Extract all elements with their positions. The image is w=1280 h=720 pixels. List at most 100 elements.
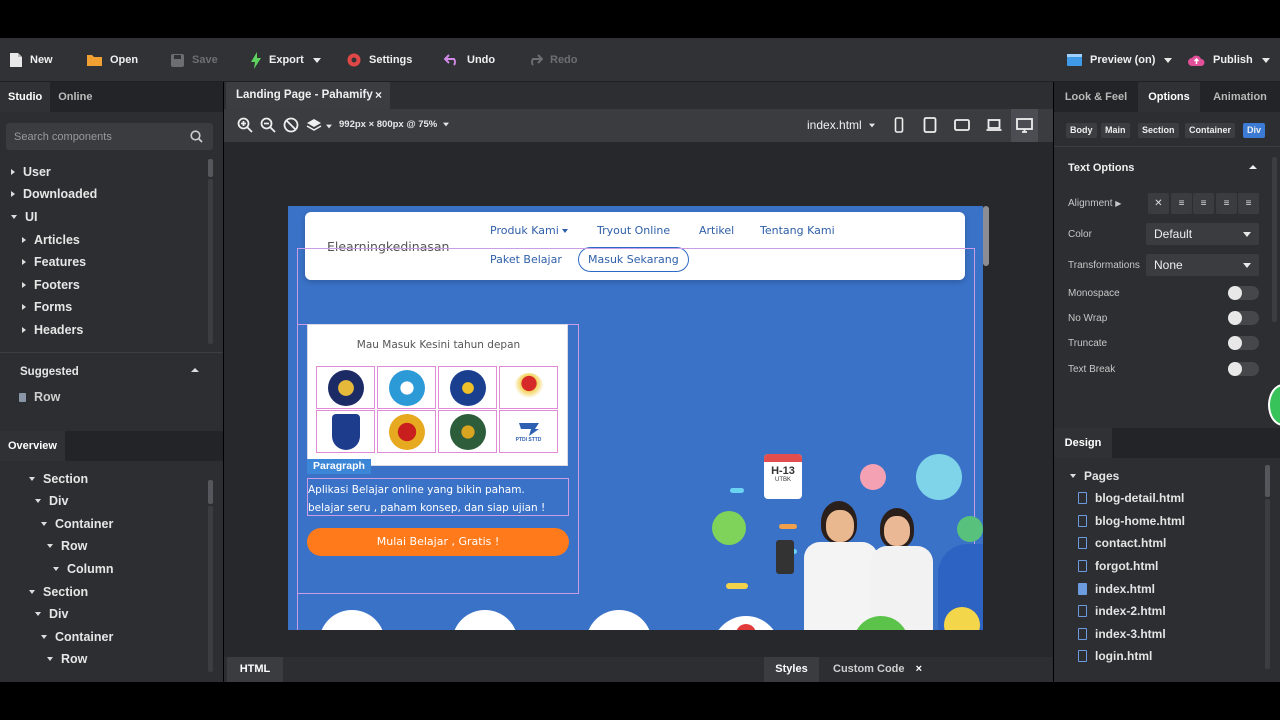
tab-online[interactable]: Online — [50, 82, 100, 112]
tab-animation[interactable]: Animation — [1204, 82, 1276, 112]
transformations-select[interactable]: None — [1146, 254, 1259, 276]
breadcrumb-section[interactable]: Section — [1138, 123, 1179, 138]
laptop-icon[interactable] — [986, 117, 1002, 133]
text-break-toggle[interactable] — [1228, 362, 1259, 376]
phone-icon[interactable] — [891, 117, 907, 133]
settings-button[interactable]: Settings — [346, 48, 412, 72]
undo-button[interactable]: Undo — [444, 48, 495, 72]
save-button[interactable]: Save — [170, 48, 218, 72]
zoom-out-icon[interactable] — [260, 117, 276, 133]
floating-action-icon[interactable] — [1268, 384, 1280, 426]
page-item[interactable]: index-3.html — [1078, 627, 1166, 641]
align-left-button[interactable]: ≡ — [1171, 193, 1192, 214]
tablet-portrait-icon[interactable] — [922, 117, 938, 133]
collapse-icon[interactable] — [1248, 164, 1258, 170]
overview-div[interactable]: Div — [35, 607, 68, 621]
nav-masuk-sekarang-button[interactable]: Masuk Sekarang — [578, 247, 689, 272]
breadcrumb-body[interactable]: Body — [1066, 123, 1097, 138]
align-center-button[interactable]: ≡ — [1193, 193, 1214, 214]
page-item[interactable]: blog-home.html — [1078, 514, 1185, 528]
preview-button[interactable]: Preview (on) — [1066, 48, 1173, 72]
publish-button[interactable]: Publish — [1187, 48, 1270, 72]
tablet-landscape-icon[interactable] — [954, 117, 970, 133]
monospace-toggle[interactable] — [1228, 286, 1259, 300]
navbar-card[interactable]: Elearningkedinasan Produk Kami Tryout On… — [305, 212, 965, 280]
nav-produk-kami[interactable]: Produk Kami — [490, 224, 569, 237]
search-icon[interactable] — [190, 130, 203, 143]
campus-logos-card[interactable]: Mau Masuk Kesini tahun depan PTDI STTD — [307, 324, 568, 466]
chevron-down-icon[interactable] — [326, 124, 332, 129]
feature-circle[interactable] — [586, 610, 652, 630]
breadcrumb-container[interactable]: Container — [1185, 123, 1236, 138]
redo-button[interactable]: Redo — [527, 48, 578, 72]
overview-section[interactable]: Section — [29, 472, 88, 486]
align-right-button[interactable]: ≡ — [1216, 193, 1237, 214]
open-button[interactable]: Open — [86, 48, 138, 72]
tab-design[interactable]: Design — [1054, 428, 1112, 458]
tab-styles[interactable]: Styles — [764, 657, 819, 682]
overview-scrollbar[interactable] — [208, 480, 213, 504]
color-select[interactable]: Default — [1146, 223, 1259, 245]
options-scrollbar[interactable] — [1272, 157, 1277, 322]
overview-container[interactable]: Container — [41, 630, 113, 644]
tree-item-forms[interactable]: Forms — [22, 300, 72, 314]
overview-div[interactable]: Div — [35, 494, 68, 508]
overview-row[interactable]: Row — [47, 539, 87, 553]
search-input[interactable] — [6, 123, 176, 150]
tab-overview[interactable]: Overview — [0, 431, 65, 461]
tree-item-headers[interactable]: Headers — [22, 323, 83, 337]
new-button[interactable]: New — [9, 48, 53, 72]
feature-circle[interactable] — [452, 610, 518, 630]
close-icon[interactable]: × — [916, 663, 922, 675]
overview-row[interactable]: Row — [47, 652, 87, 666]
nav-tentang-kami[interactable]: Tentang Kami — [760, 224, 835, 237]
feature-circle[interactable] — [319, 610, 385, 630]
pages-scrollbar[interactable] — [1265, 465, 1270, 497]
page-preview[interactable]: Elearningkedinasan Produk Kami Tryout On… — [288, 206, 983, 630]
pages-folder[interactable]: Pages — [1070, 469, 1119, 483]
page-item[interactable]: contact.html — [1078, 536, 1166, 550]
page-item-active[interactable]: index.html — [1078, 582, 1155, 596]
start-learning-button[interactable]: Mulai Belajar , Gratis ! — [307, 528, 569, 556]
collapse-icon[interactable] — [190, 367, 200, 373]
desktop-view-button[interactable] — [1011, 109, 1038, 142]
tab-landing-page[interactable]: Landing Page - Pahamify × — [226, 82, 390, 109]
page-item[interactable]: index-2.html — [1078, 604, 1166, 618]
page-item[interactable]: blog-detail.html — [1078, 491, 1184, 505]
tab-options[interactable]: Options — [1138, 82, 1200, 112]
suggested-item-row[interactable]: Row — [19, 390, 60, 404]
align-none-button[interactable]: ✕ — [1148, 193, 1169, 214]
page-item[interactable]: forgot.html — [1078, 559, 1158, 573]
close-icon[interactable]: × — [375, 82, 382, 109]
align-justify-button[interactable]: ≡ — [1238, 193, 1259, 214]
layers-icon[interactable] — [306, 117, 322, 133]
overview-section[interactable]: Section — [29, 585, 88, 599]
breadcrumb-div[interactable]: Div — [1243, 123, 1266, 138]
tree-item-features[interactable]: Features — [22, 255, 86, 269]
tab-studio[interactable]: Studio — [0, 82, 51, 112]
tab-look-and-feel[interactable]: Look & Feel — [1054, 82, 1138, 112]
nav-paket-belajar[interactable]: Paket Belajar — [490, 253, 562, 266]
nav-tryout-online[interactable]: Tryout Online — [597, 224, 670, 237]
tree-item-footers[interactable]: Footers — [22, 278, 80, 292]
breadcrumb-main[interactable]: Main — [1101, 123, 1130, 138]
tab-html[interactable]: HTML — [227, 657, 283, 682]
components-scrollbar[interactable] — [208, 159, 213, 177]
page-item[interactable]: login.html — [1078, 649, 1152, 663]
truncate-toggle[interactable] — [1228, 336, 1259, 350]
tree-item-user[interactable]: User — [11, 165, 51, 179]
brand-logo-text[interactable]: Elearningkedinasan — [327, 239, 449, 254]
page-scrollbar[interactable] — [983, 206, 989, 266]
file-select[interactable]: index.html — [807, 118, 876, 132]
disable-icon[interactable] — [283, 117, 299, 133]
canvas-size-select[interactable]: 992px × 800px @ 75% — [339, 119, 450, 130]
overview-container[interactable]: Container — [41, 517, 113, 531]
tab-custom-code[interactable]: Custom Code × — [833, 657, 922, 682]
tree-item-ui[interactable]: UI — [11, 210, 38, 224]
overview-column[interactable]: Column — [53, 562, 114, 576]
nav-artikel[interactable]: Artikel — [699, 224, 734, 237]
tree-item-downloaded[interactable]: Downloaded — [11, 187, 97, 201]
hero-paragraph[interactable]: Aplikasi Belajar online yang bikin paham… — [307, 478, 569, 516]
zoom-in-icon[interactable] — [237, 117, 253, 133]
export-button[interactable]: Export — [250, 48, 321, 72]
